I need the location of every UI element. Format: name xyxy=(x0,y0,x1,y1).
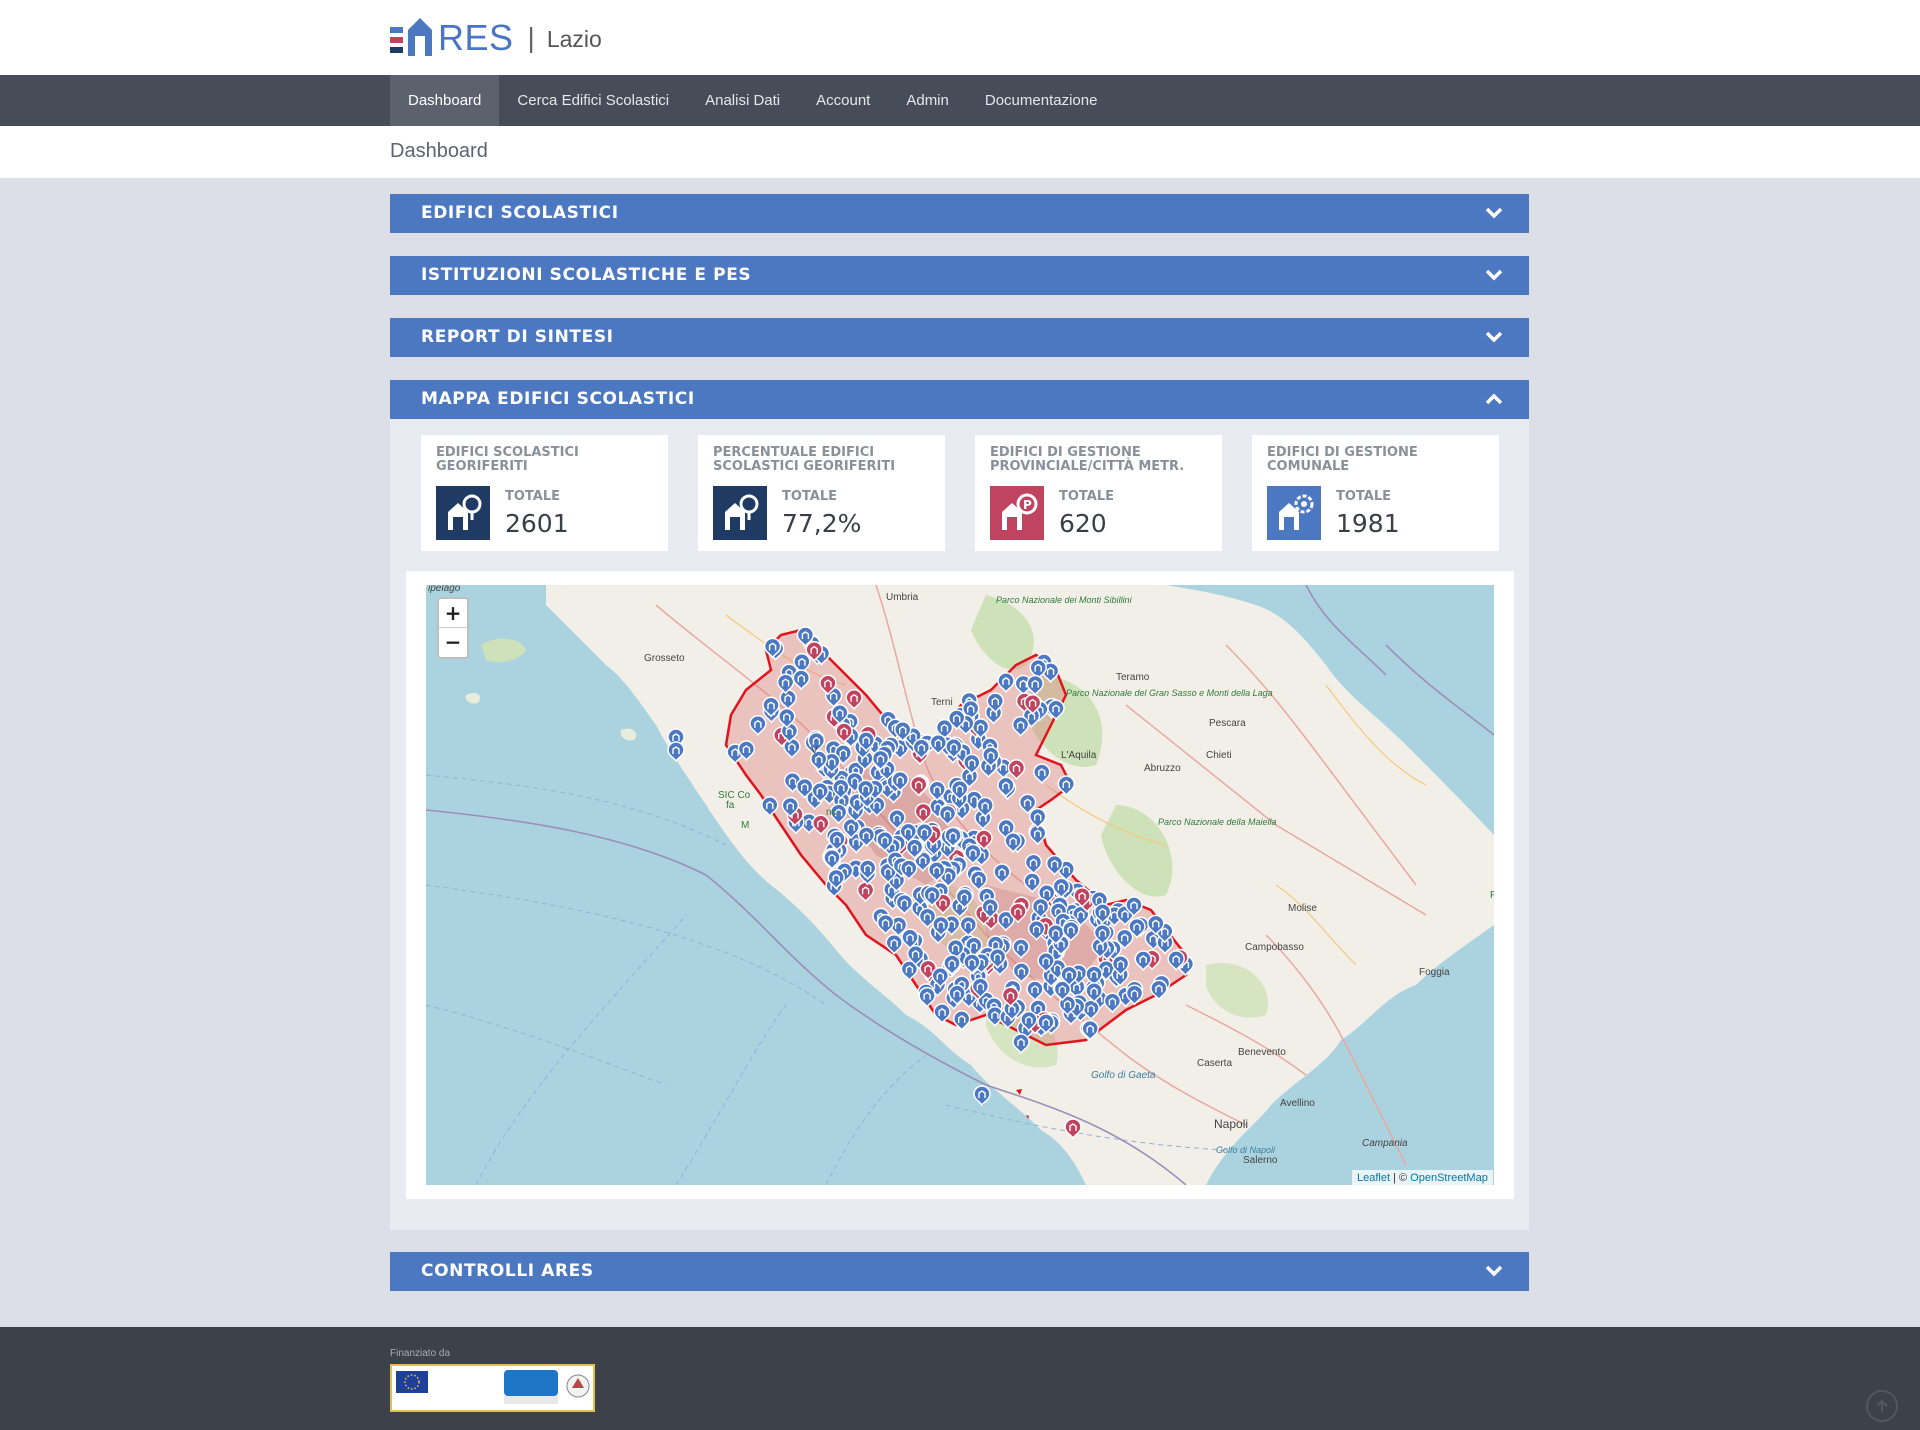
map-label-foggia: Foggia xyxy=(1419,967,1450,978)
pon-funding-logo xyxy=(390,1364,595,1412)
header: RES | Lazio xyxy=(0,0,1920,75)
map-label-molise: Molise xyxy=(1288,903,1317,914)
island xyxy=(620,728,637,741)
funded-by-label: Finanziato da xyxy=(390,1348,451,1359)
panel-istituzioni-scolastiche[interactable]: ISTITUZIONI SCOLASTICHE E PES xyxy=(390,256,1529,295)
map-label-teramo: Teramo xyxy=(1116,672,1150,683)
map-label-nc: nc xyxy=(826,807,837,818)
stat-value: 77,2% xyxy=(782,509,862,538)
attribution-separator: | © xyxy=(1390,1172,1411,1184)
map-label-golfo-napoli: Golfo di Napoli xyxy=(1216,1145,1276,1155)
panel-controlli-ares[interactable]: CONTROLLI ARES xyxy=(390,1252,1529,1291)
map-label-m: M xyxy=(741,820,750,831)
map-tiles xyxy=(426,585,1494,1185)
main-navbar: Dashboard Cerca Edifici Scolastici Anali… xyxy=(0,75,1920,126)
provincial-building-icon: P xyxy=(990,486,1044,540)
svg-text:P: P xyxy=(1023,498,1032,512)
nav-analisi-dati[interactable]: Analisi Dati xyxy=(687,75,798,126)
map-label-park-maiella: Parco Nazionale della Maiella xyxy=(1158,817,1277,827)
stat-value: 1981 xyxy=(1336,509,1400,538)
map-label-benevento: Benevento xyxy=(1238,1047,1286,1058)
panel-report-di-sintesi[interactable]: REPORT DI SINTESI xyxy=(390,318,1529,357)
nav-dashboard[interactable]: Dashboard xyxy=(390,75,500,126)
georef-percent-icon xyxy=(713,486,767,540)
zoom-in-button[interactable]: + xyxy=(439,599,467,628)
panel-title: MAPPA EDIFICI SCOLASTICI xyxy=(421,389,695,409)
map-label-p: P xyxy=(1490,890,1494,901)
map-label-caserta: Caserta xyxy=(1197,1058,1233,1069)
stat-label: EDIFICI DI GESTIONE PROVINCIALE/CITTÀ ME… xyxy=(990,445,1185,474)
scroll-to-top-button[interactable] xyxy=(1866,1390,1898,1422)
chevron-down-icon xyxy=(1485,331,1503,343)
map-label-chieti: Chieti xyxy=(1206,750,1232,761)
zoom-out-button[interactable]: − xyxy=(439,628,467,657)
map-label-napoli: Napoli xyxy=(1214,1117,1249,1131)
school-buildings-map[interactable]: Umbria Grosseto Terni Teramo Pescara L'A… xyxy=(426,585,1494,1185)
map-label-pescara: Pescara xyxy=(1209,718,1246,729)
panel-title: REPORT DI SINTESI xyxy=(421,327,614,347)
chevron-down-icon xyxy=(1485,269,1503,281)
chevron-down-icon xyxy=(1485,207,1503,219)
panel-title: EDIFICI SCOLASTICI xyxy=(421,203,619,223)
stat-total-label: TOTALE xyxy=(505,489,561,504)
stat-total-label: TOTALE xyxy=(1059,489,1115,504)
municipal-building-marker[interactable] xyxy=(973,1085,991,1107)
stat-card-provinciale: EDIFICI DI GESTIONE PROVINCIALE/CITTÀ ME… xyxy=(975,435,1222,551)
stat-value: 2601 xyxy=(505,509,569,538)
logo-house-icon xyxy=(408,18,432,56)
chevron-down-icon xyxy=(1485,1265,1503,1277)
panel-title: ISTITUZIONI SCOLASTICHE E PES xyxy=(421,265,752,285)
stat-card-percentuale: PERCENTUALE EDIFICI SCOLASTICI GEORIFERI… xyxy=(698,435,945,551)
stat-label: PERCENTUALE EDIFICI SCOLASTICI GEORIFERI… xyxy=(713,445,896,474)
municipal-building-icon xyxy=(1267,486,1321,540)
island xyxy=(481,638,526,662)
map-attribution: Leaflet | © OpenStreetMap xyxy=(1352,1170,1493,1186)
stat-total-label: TOTALE xyxy=(1336,489,1392,504)
stat-label: EDIFICI DI GESTIONE COMUNALE xyxy=(1267,445,1418,474)
map-label-campania: Campania xyxy=(1362,1138,1408,1149)
logo-text: RES xyxy=(438,17,514,58)
logo-bars-icon xyxy=(390,27,403,53)
map-label-park-sibillini: Parco Nazionale dei Monti Sibillini xyxy=(996,595,1132,605)
arrow-up-icon xyxy=(1876,1399,1888,1412)
map-label-golfo-gaeta: Golfo di Gaeta xyxy=(1091,1070,1156,1081)
chevron-up-icon xyxy=(1485,393,1503,405)
page-title: Dashboard xyxy=(390,140,488,162)
stat-value: 620 xyxy=(1059,509,1107,538)
map-label-avellino: Avellino xyxy=(1280,1098,1315,1109)
map-label-abruzzo: Abruzzo xyxy=(1144,763,1181,774)
footer xyxy=(0,1327,1920,1430)
breadcrumb-bar: Dashboard xyxy=(0,126,1920,178)
nav-admin[interactable]: Admin xyxy=(888,75,967,126)
region-name: Lazio xyxy=(546,25,602,52)
georef-building-icon xyxy=(436,486,490,540)
map-zoom-control: + − xyxy=(437,597,469,659)
island xyxy=(465,692,481,704)
map-label-terni: Terni xyxy=(931,697,953,708)
map-label-umbria: Umbria xyxy=(886,592,919,603)
stat-total-label: TOTALE xyxy=(782,489,838,504)
ares-logo[interactable]: RES | Lazio xyxy=(390,14,602,58)
logo-separator: | xyxy=(527,22,535,53)
map-label-salerno: Salerno xyxy=(1243,1155,1278,1166)
map-label-park-gransasso: Parco Nazionale del Gran Sasso e Monti d… xyxy=(1066,688,1273,699)
map-label-campobasso: Campobasso xyxy=(1245,942,1304,953)
stat-card-georiferiti: EDIFICI SCOLASTICI GEORIFERITI TOTALE 26… xyxy=(421,435,668,551)
panel-edifici-scolastici[interactable]: EDIFICI SCOLASTICI xyxy=(390,194,1529,233)
nav-account[interactable]: Account xyxy=(798,75,888,126)
stat-label: EDIFICI SCOLASTICI GEORIFERITI xyxy=(436,445,579,474)
map-label-fa: fa xyxy=(726,800,735,811)
openstreetmap-link[interactable]: OpenStreetMap xyxy=(1410,1172,1488,1184)
nav-items: Dashboard Cerca Edifici Scolastici Anali… xyxy=(390,75,1115,126)
map-label-arcipelago: ipelago xyxy=(428,585,461,594)
panel-title: CONTROLLI ARES xyxy=(421,1261,594,1281)
map-label-laquila: L'Aquila xyxy=(1061,750,1097,761)
leaflet-link[interactable]: Leaflet xyxy=(1357,1172,1390,1184)
map-label-grosseto: Grosseto xyxy=(644,653,685,664)
nav-cerca-edifici[interactable]: Cerca Edifici Scolastici xyxy=(499,75,687,126)
nav-documentazione[interactable]: Documentazione xyxy=(967,75,1116,126)
map-label-v: V xyxy=(811,745,818,756)
stat-card-comunale: EDIFICI DI GESTIONE COMUNALE TOTALE 1981 xyxy=(1252,435,1499,551)
panel-mappa-edifici[interactable]: MAPPA EDIFICI SCOLASTICI xyxy=(390,380,1529,419)
